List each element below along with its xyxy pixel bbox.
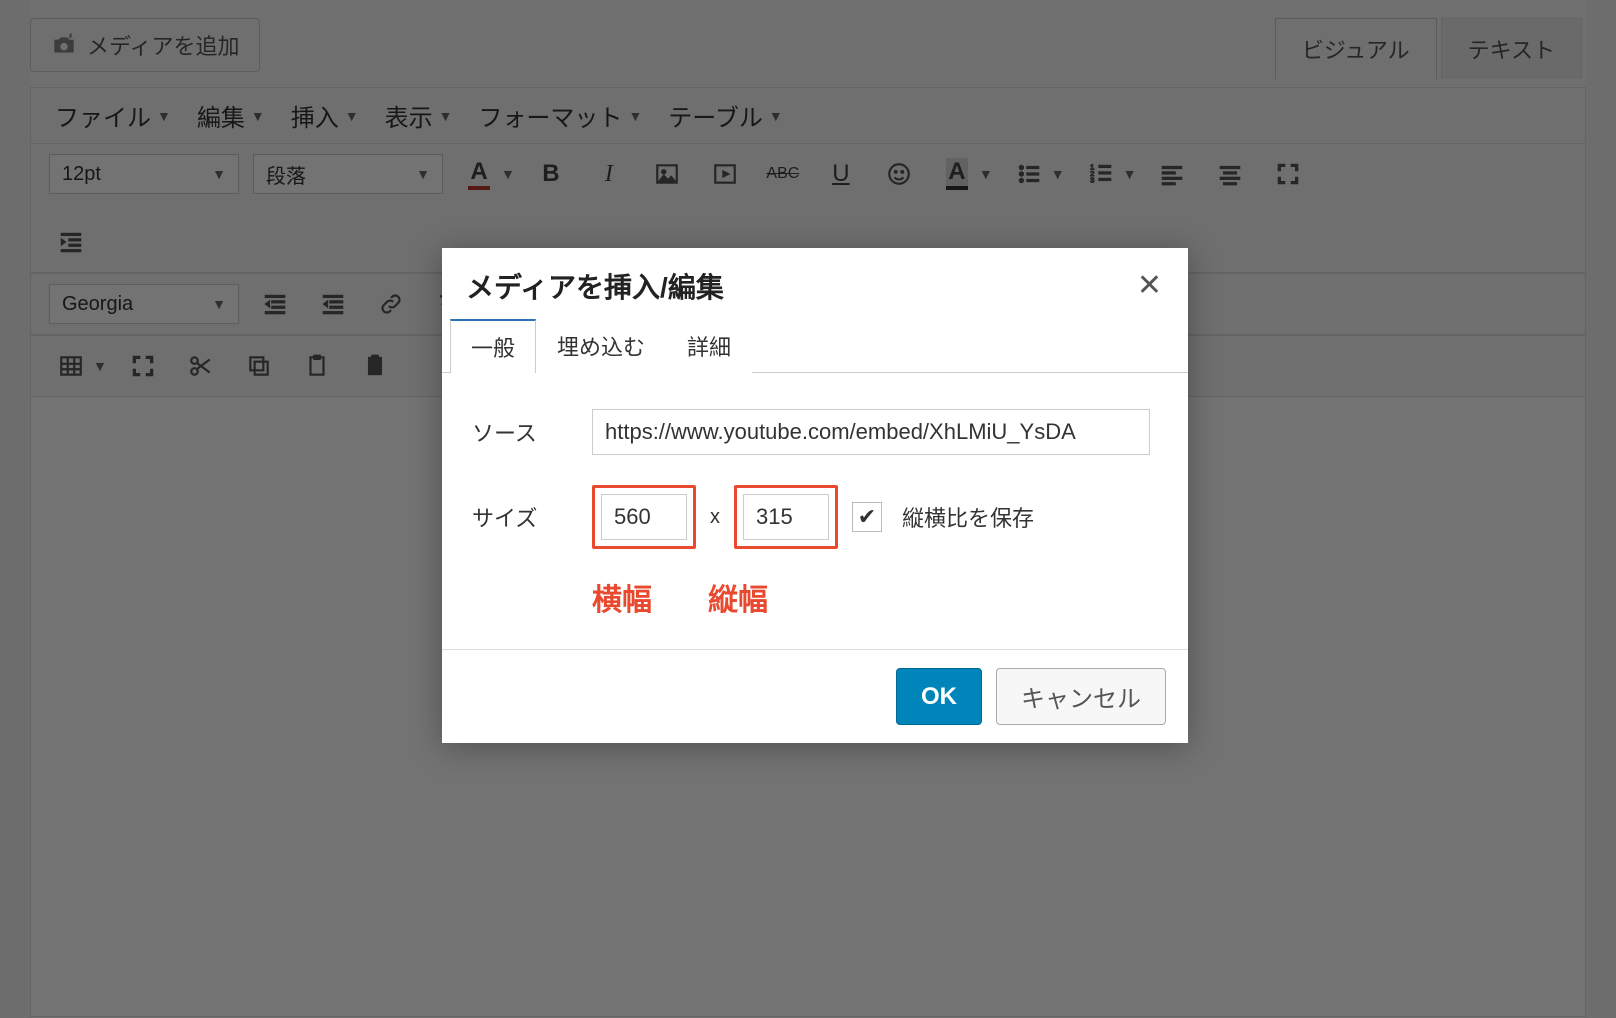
source-row: ソース	[472, 409, 1158, 455]
tab-embed[interactable]: 埋め込む	[536, 319, 666, 373]
size-separator: x	[710, 506, 720, 529]
dialog-header: メディアを挿入/編集 ✕	[442, 248, 1188, 318]
aspect-ratio-checkbox[interactable]: ✔	[852, 502, 882, 532]
close-button[interactable]: ✕	[1133, 267, 1166, 305]
tab-advanced[interactable]: 詳細	[666, 319, 752, 373]
width-annotation: 横幅	[592, 575, 652, 619]
cancel-button[interactable]: キャンセル	[996, 668, 1166, 725]
width-highlight	[592, 485, 696, 549]
height-input[interactable]	[743, 494, 829, 540]
source-label: ソース	[472, 416, 592, 448]
size-row: サイズ x ✔ 縦横比を保存	[472, 485, 1158, 549]
height-highlight	[734, 485, 838, 549]
dialog-body: ソース サイズ x ✔ 縦横比を保存 横幅 縦幅	[442, 373, 1188, 649]
dialog-title: メディアを挿入/編集	[466, 266, 724, 306]
ok-button[interactable]: OK	[896, 668, 982, 725]
close-icon: ✕	[1137, 269, 1162, 302]
dialog-footer: OK キャンセル	[442, 649, 1188, 743]
size-group: x ✔ 縦横比を保存	[592, 485, 1034, 549]
source-input[interactable]	[592, 409, 1150, 455]
dialog-tabs: 一般 埋め込む 詳細	[442, 318, 1188, 373]
aspect-ratio-label: 縦横比を保存	[902, 501, 1034, 533]
annotation-row: 横幅 縦幅	[592, 575, 1158, 619]
height-annotation: 縦幅	[708, 575, 768, 619]
tab-general[interactable]: 一般	[450, 319, 536, 373]
check-icon: ✔	[858, 504, 876, 530]
width-input[interactable]	[601, 494, 687, 540]
insert-media-dialog: メディアを挿入/編集 ✕ 一般 埋め込む 詳細 ソース サイズ x	[442, 248, 1188, 743]
size-label: サイズ	[472, 501, 592, 533]
